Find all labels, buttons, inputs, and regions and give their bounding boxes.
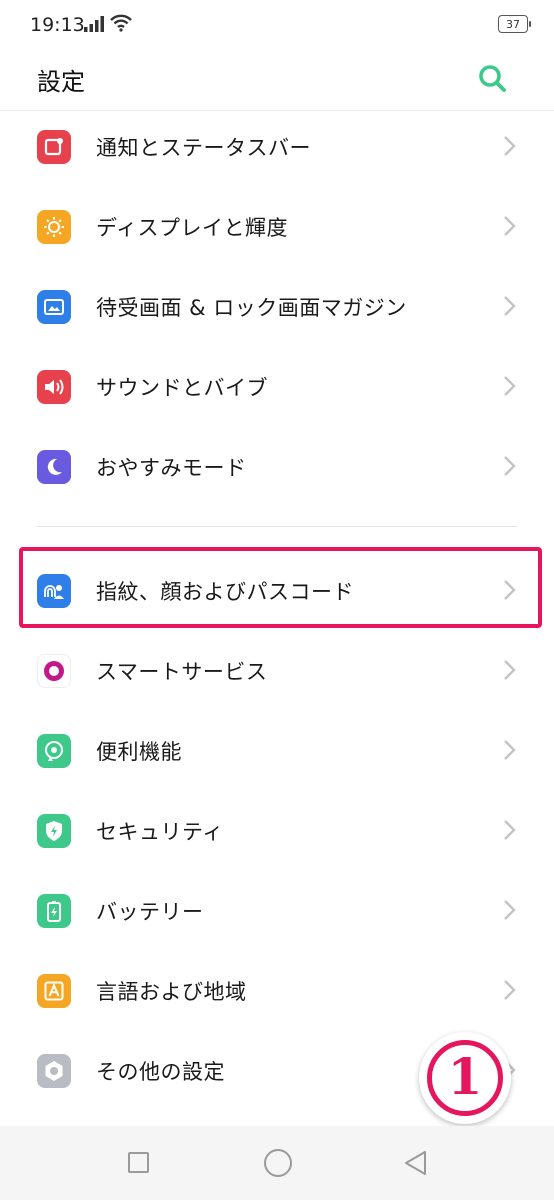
chevron-right-icon — [504, 136, 516, 156]
search-icon[interactable] — [476, 62, 510, 96]
navigation-bar — [0, 1126, 554, 1200]
settings-item-label: 通知とステータスバー — [96, 136, 311, 160]
notification-icon — [37, 130, 71, 164]
wifi-icon — [110, 14, 132, 32]
settings-item-label: 言語および地域 — [96, 980, 247, 1004]
chevron-right-icon — [504, 900, 516, 920]
settings-item-language-region[interactable]: 言語および地域 — [0, 950, 554, 1030]
battery-indicator: 37 — [498, 15, 531, 33]
moon-icon — [37, 450, 71, 484]
more-settings-icon — [37, 1054, 71, 1088]
battery-icon — [37, 894, 71, 928]
settings-item-notifications[interactable]: 通知とステータスバー — [0, 106, 554, 186]
home-button[interactable] — [264, 1149, 292, 1177]
highlight-box — [19, 547, 542, 628]
settings-item-convenience[interactable]: 便利機能 — [0, 710, 554, 790]
settings-item-label: バッテリー — [96, 900, 204, 924]
group-divider — [37, 526, 517, 527]
settings-item-label: セキュリティ — [96, 820, 224, 844]
language-icon — [37, 974, 71, 1008]
settings-item-security[interactable]: セキュリティ — [0, 790, 554, 870]
smart-service-icon — [37, 654, 71, 688]
settings-item-sound-vibration[interactable]: サウンドとバイブ — [0, 346, 554, 426]
settings-item-label: その他の設定 — [96, 1060, 225, 1084]
settings-item-wallpaper-magazine[interactable]: 待受画面 & ロック画面マガジン — [0, 266, 554, 346]
back-button[interactable] — [402, 1149, 428, 1177]
wallpaper-icon — [37, 290, 71, 324]
chevron-right-icon — [504, 296, 516, 316]
chevron-right-icon — [504, 980, 516, 1000]
chevron-right-icon — [504, 660, 516, 680]
settings-item-display-brightness[interactable]: ディスプレイと輝度 — [0, 186, 554, 266]
chevron-right-icon — [504, 820, 516, 840]
chevron-right-icon — [504, 740, 516, 760]
settings-item-smart-services[interactable]: スマートサービス — [0, 630, 554, 710]
settings-item-label: スマートサービス — [96, 660, 268, 684]
signal-icon — [84, 16, 104, 32]
step-number: 1 — [447, 1047, 483, 1106]
chevron-right-icon — [504, 216, 516, 236]
settings-item-label: サウンドとバイブ — [96, 376, 268, 400]
step-number-badge: 1 — [419, 1032, 511, 1124]
settings-item-label: おやすみモード — [96, 456, 247, 480]
status-bar: 19:13 37 — [0, 0, 554, 52]
brightness-icon — [37, 210, 71, 244]
convenience-icon — [37, 734, 71, 768]
chevron-right-icon — [504, 376, 516, 396]
chevron-right-icon — [504, 456, 516, 476]
shield-icon — [37, 814, 71, 848]
settings-item-battery[interactable]: バッテリー — [0, 870, 554, 950]
app-header: 設定 — [0, 52, 554, 111]
settings-item-do-not-disturb[interactable]: おやすみモード — [0, 426, 554, 506]
sound-icon — [37, 370, 71, 404]
settings-item-label: 便利機能 — [96, 740, 182, 764]
recent-apps-button[interactable] — [128, 1152, 149, 1173]
page-title: 設定 — [37, 68, 85, 96]
status-time: 19:13 — [30, 14, 85, 36]
settings-item-label: ディスプレイと輝度 — [96, 216, 289, 240]
settings-item-label: 待受画面 & ロック画面マガジン — [96, 296, 407, 320]
